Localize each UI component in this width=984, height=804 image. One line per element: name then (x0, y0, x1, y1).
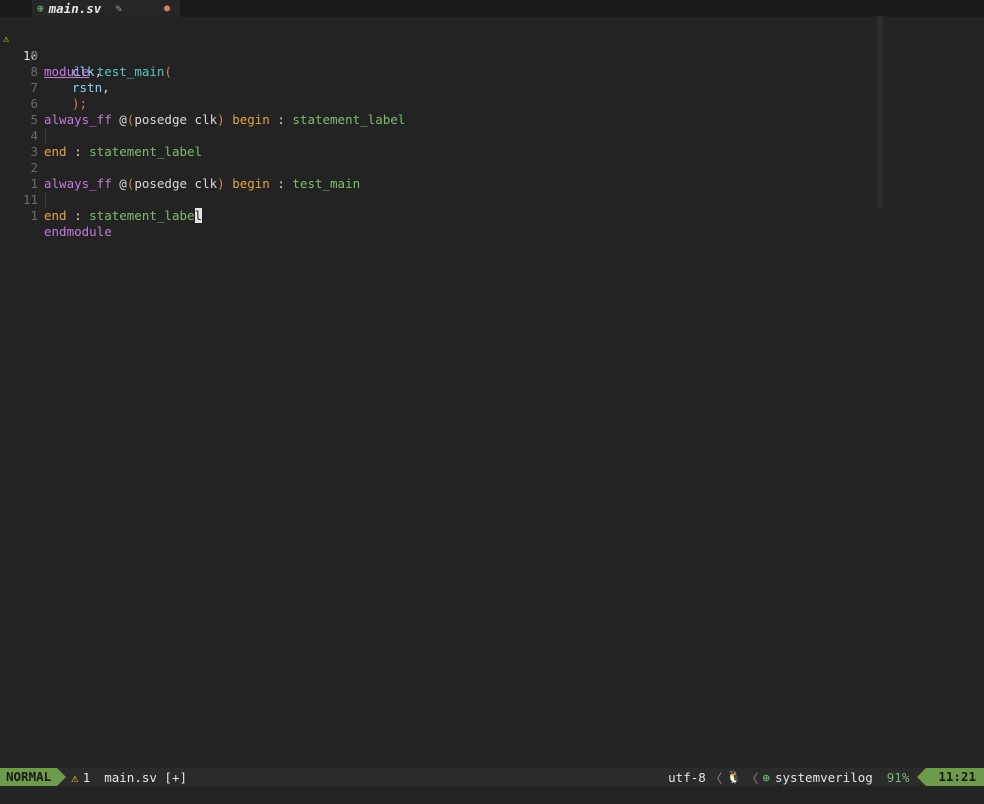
code-line[interactable]: 2 always_ff @(posedge clk) begin : test_… (0, 144, 880, 191)
code-line[interactable]: 4 end : statement_label (0, 112, 880, 159)
code-line[interactable]: 9 clk, (0, 32, 880, 79)
warning-icon[interactable]: ⚠ (71, 770, 79, 785)
statusline: NORMAL ⚠ 1 main.sv [+] utf-8 〈 🐧 〈 ⊕ sys… (0, 768, 984, 786)
edit-icon: ✎ (115, 2, 122, 15)
tab-main-sv[interactable]: ⊕ main.sv ✎ ● (32, 0, 180, 17)
label-token: statement_labe (89, 208, 195, 223)
code-line[interactable]: 5 (0, 96, 880, 144)
position-separator-arrow (917, 768, 927, 786)
colon-token: : (66, 208, 90, 223)
text-cursor: l (194, 208, 203, 223)
verilog-file-icon: ⊕ (37, 2, 44, 15)
editor-buffer[interactable]: ⚠ 10 module test_main( 9 clk, 8 rstn, 7 … (0, 16, 984, 766)
filetype-label: systemverilog (774, 769, 873, 785)
warning-count[interactable]: 1 (83, 770, 91, 785)
modified-dot-icon[interactable]: ● (164, 3, 170, 14)
filetype-icon: ⊕ (762, 769, 770, 785)
segment-separator: 〈 (745, 770, 759, 786)
code-line[interactable]: 8 rstn, (0, 48, 880, 95)
status-filename: main.sv [+] (104, 769, 188, 785)
end-token: end (44, 208, 67, 223)
code-line[interactable]: 3 (0, 128, 880, 159)
line-number: 1 (30, 208, 38, 223)
code-line[interactable]: ⚠ 10 module test_main( (0, 16, 880, 79)
mode-indicator: NORMAL (0, 768, 58, 786)
encoding-label: utf-8 (668, 769, 706, 785)
code-line-current[interactable]: 11 end : statement_label (0, 176, 880, 223)
scroll-percent: 91% (886, 769, 910, 785)
code-text: endmodule (44, 224, 112, 239)
segment-separator: 〈 (709, 770, 723, 786)
code-line[interactable]: 6 always_ff @(posedge clk) begin : state… (0, 80, 880, 127)
scrollbar[interactable] (877, 16, 883, 208)
tab-filename: main.sv (48, 1, 102, 16)
mode-separator-arrow (57, 768, 67, 786)
code-text: end : statement_label (44, 208, 203, 224)
linux-icon: 🐧 (726, 769, 742, 784)
code-line[interactable]: 7 ); (0, 64, 880, 111)
tabline: ⊕ main.sv ✎ ● (0, 0, 984, 17)
code-line[interactable]: 1 (0, 160, 880, 208)
cursor-position: 11:21 (926, 768, 984, 786)
code-line[interactable]: 1 endmodule (0, 192, 880, 239)
